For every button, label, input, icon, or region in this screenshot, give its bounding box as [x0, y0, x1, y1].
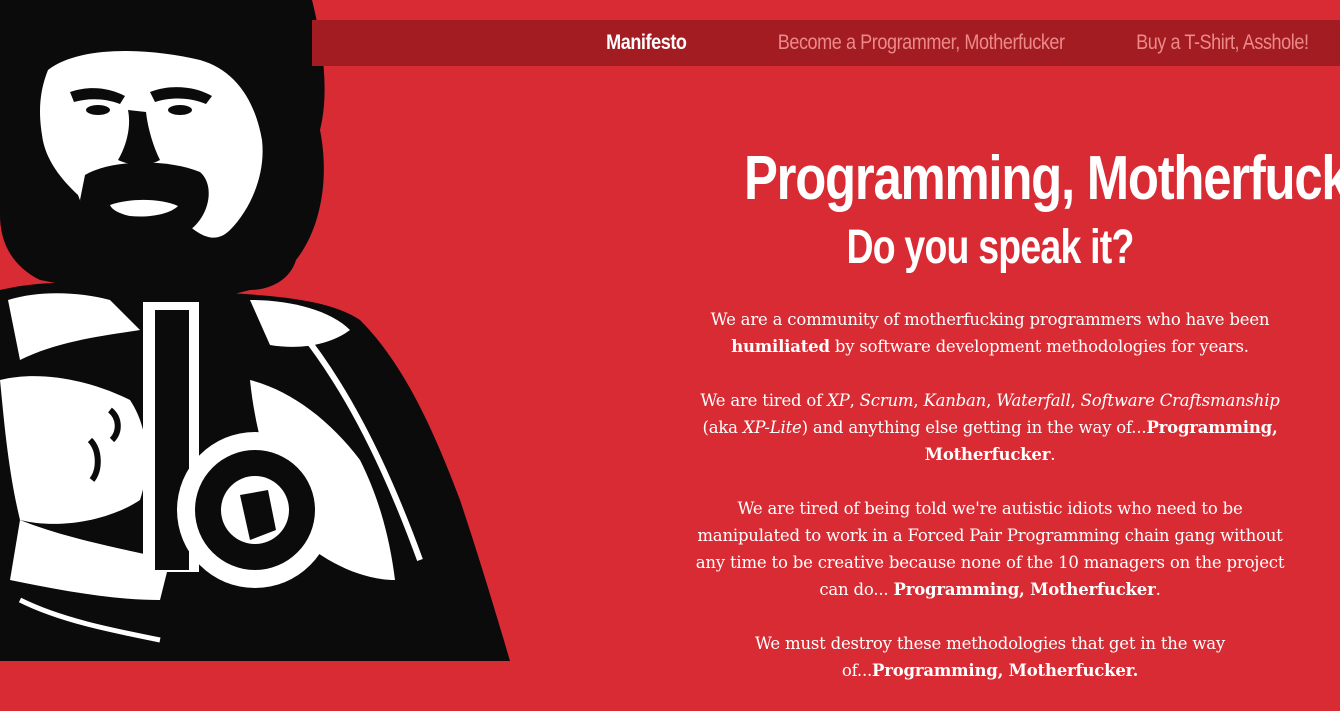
method-xp-lite: XP-Lite	[742, 418, 802, 437]
manifesto-content: Programming, Motherfucker Do you speak i…	[690, 140, 1340, 711]
method-waterfall: Waterfall	[996, 391, 1071, 410]
manifesto-paragraph-4: We must destroy these methodologies that…	[690, 630, 1290, 684]
p4-emphasis: Programming, Motherfucker.	[872, 661, 1139, 680]
p2-sep: ,	[849, 391, 860, 410]
p2-text: We are tired of	[700, 391, 828, 410]
method-kanban: Kanban	[923, 391, 987, 410]
p3-emphasis: Programming, Motherfucker	[893, 580, 1156, 599]
p2-sep: ,	[913, 391, 924, 410]
page-subtitle: Do you speak it?	[846, 221, 1134, 274]
nav-buy-tshirt[interactable]: Buy a T-Shirt, Asshole!	[1137, 31, 1310, 55]
p2-aka: (aka	[702, 418, 743, 437]
nav-become-programmer[interactable]: Become a Programmer, Motherfucker	[778, 31, 1065, 55]
p1-text-end: by software development methodologies fo…	[829, 337, 1249, 356]
p1-text: We are a community of motherfucking prog…	[710, 310, 1270, 329]
nav-manifesto[interactable]: Manifesto	[606, 31, 687, 55]
p3-end: .	[1155, 580, 1161, 599]
manifesto-paragraph-2: We are tired of XP, Scrum, Kanban, Water…	[690, 387, 1290, 468]
p2-end: .	[1050, 445, 1056, 464]
method-craftsmanship: Software Craftsmanship	[1080, 391, 1280, 410]
jules-illustration	[0, 0, 510, 661]
manifesto-paragraph-3: We are tired of being told we're autisti…	[690, 495, 1290, 603]
method-xp: XP	[827, 391, 850, 410]
top-nav: Manifesto Become a Programmer, Motherfuc…	[312, 20, 1340, 66]
p2-sep: ,	[986, 391, 997, 410]
method-scrum: Scrum	[859, 391, 914, 410]
p2-sep: ,	[1070, 391, 1081, 410]
page-title: Programming, Motherfucker	[744, 144, 1340, 213]
manifesto-paragraph-1: We are a community of motherfucking prog…	[690, 306, 1290, 360]
p1-emphasis: humiliated	[731, 337, 830, 356]
p2-text-rest: ) and anything else getting in the way o…	[801, 418, 1147, 437]
